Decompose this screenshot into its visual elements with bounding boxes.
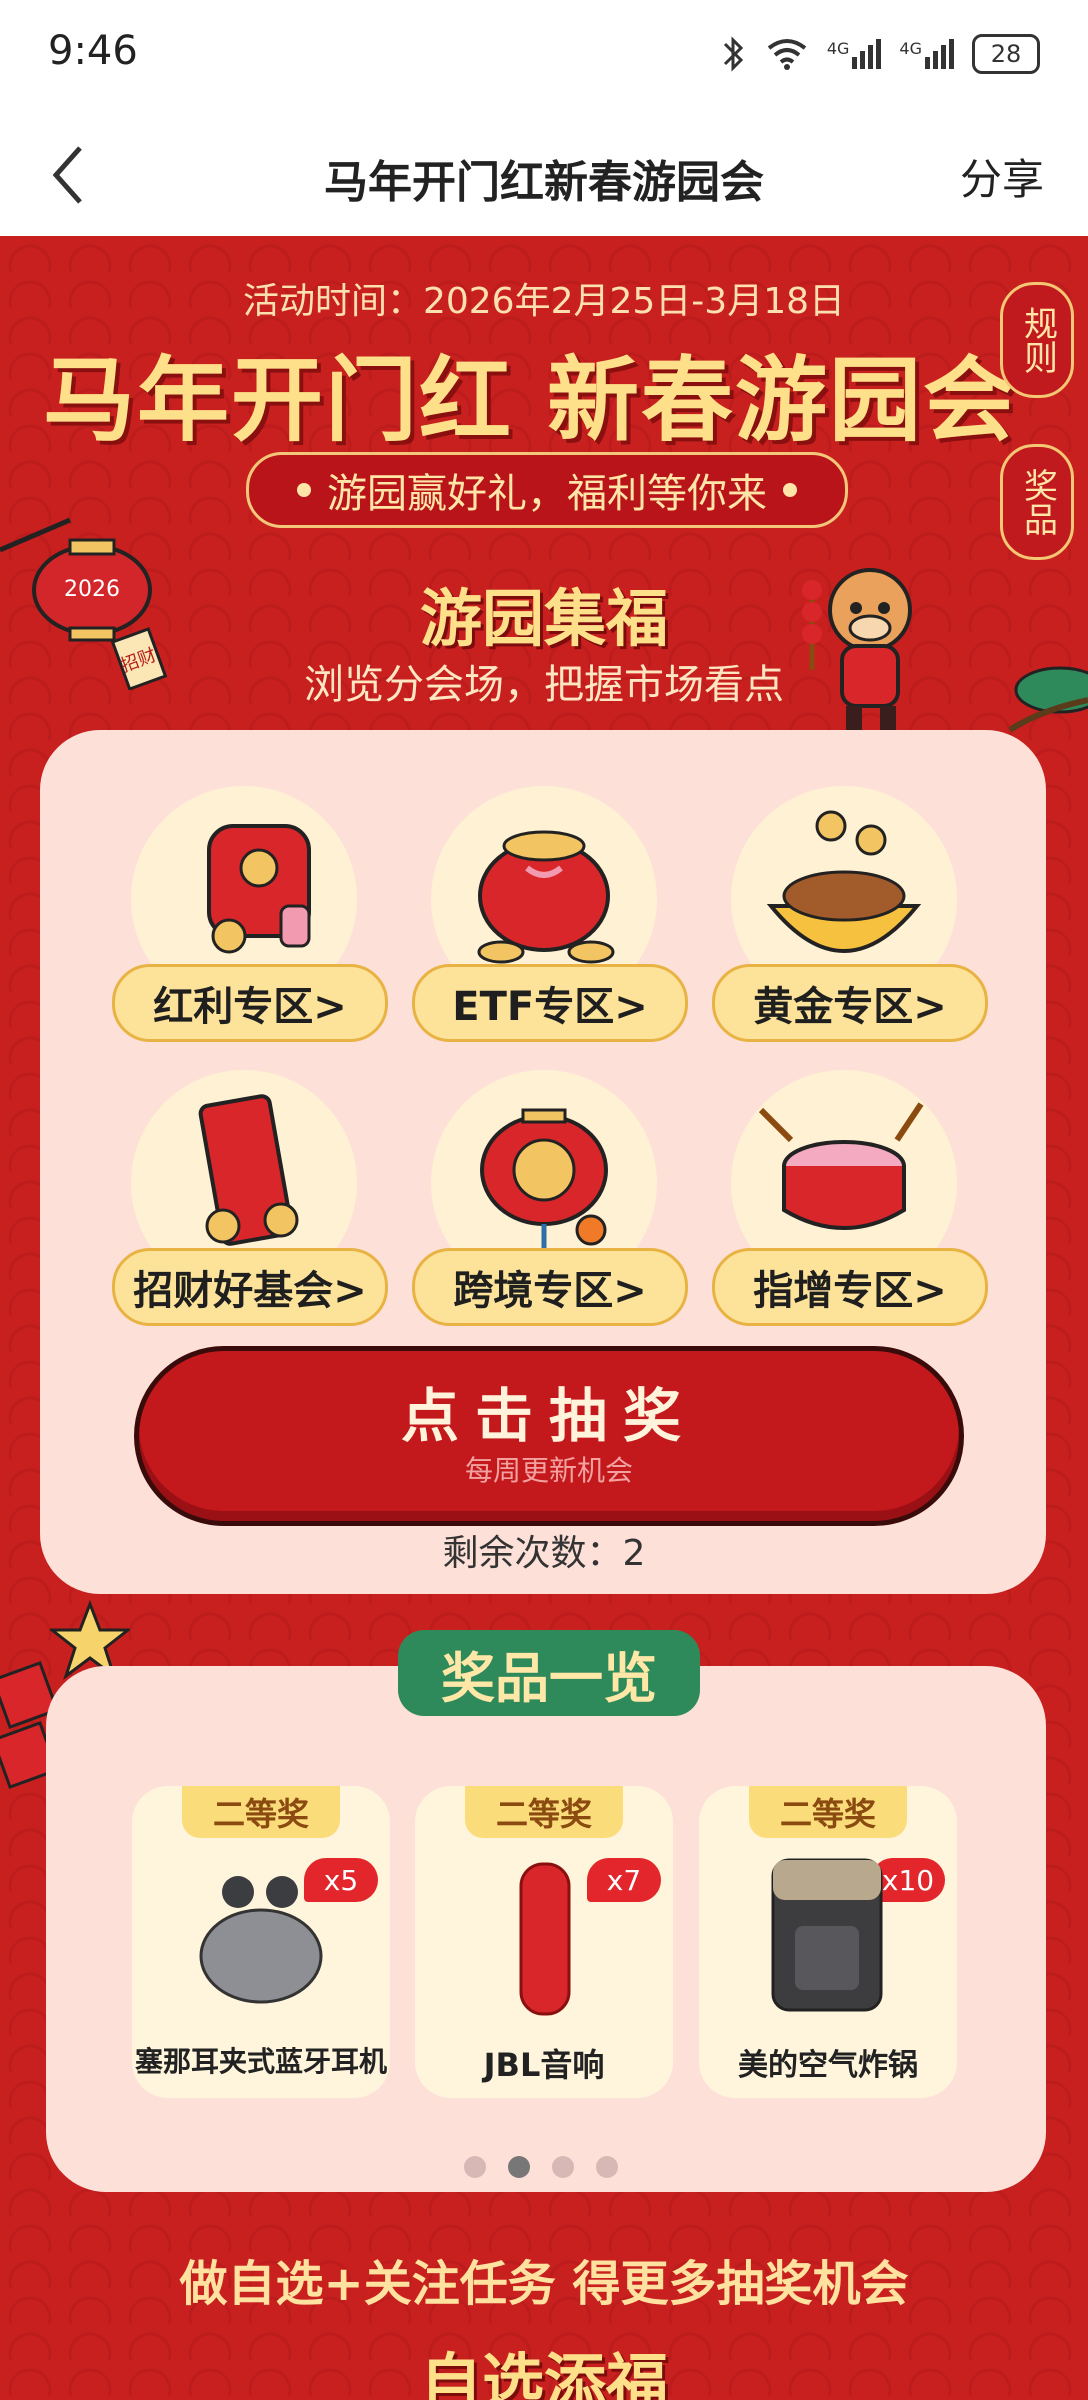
prizes-button[interactable]: 奖品 bbox=[1000, 444, 1074, 560]
zone-label: 红利专区> bbox=[112, 964, 388, 1042]
signal-4g-icon-2: 4G bbox=[899, 39, 954, 69]
status-icons: 4G 4G 28 bbox=[721, 30, 1040, 78]
page-title: 马年开门红新春游园会 bbox=[324, 157, 764, 208]
section-subtitle: 浏览分会场，把握市场看点 bbox=[304, 662, 784, 708]
prizes-label: 奖品 bbox=[1017, 468, 1058, 536]
slogan-dot-left bbox=[297, 483, 311, 497]
pager-dot[interactable] bbox=[464, 2156, 486, 2178]
prize-item[interactable]: 二等奖 x10 美的空气炸锅 bbox=[699, 1786, 957, 2098]
network-type-2: 4G bbox=[899, 39, 922, 58]
slogan-text: 游园赢好礼，福利等你来 bbox=[327, 471, 767, 517]
prize-item[interactable]: 二等奖 x7 JBL音响 bbox=[415, 1786, 673, 2098]
section-title-collect-fortune: 游园集福 bbox=[419, 582, 668, 655]
network-type-1: 4G bbox=[826, 39, 850, 58]
main-title: 马年开门红 新春游园会 bbox=[42, 347, 1018, 454]
prize-tier: 二等奖 bbox=[182, 1786, 340, 1838]
slogan-banner: 游园赢好礼，福利等你来 bbox=[246, 452, 848, 528]
slogan-dot-right bbox=[783, 483, 797, 497]
activity-time: 活动时间：2026年2月25日-3月18日 bbox=[242, 281, 846, 322]
prize-name: 美的空气炸锅 bbox=[738, 2048, 918, 2083]
zone-label: 指增专区> bbox=[712, 1248, 988, 1326]
speaker-icon bbox=[519, 1862, 571, 2016]
zone-tile-fortune-fund[interactable]: 招财好基会> bbox=[112, 1070, 388, 1326]
bluetooth-icon bbox=[723, 36, 743, 72]
zone-tile-cross-border[interactable]: 跨境专区> bbox=[412, 1070, 688, 1326]
signal-4g-icon: 4G bbox=[827, 39, 882, 69]
zone-tile-gold[interactable]: 黄金专区> bbox=[712, 786, 988, 1042]
lottery-label: 点击抽奖 bbox=[400, 1382, 697, 1450]
air-fryer-icon bbox=[771, 1858, 883, 2012]
earphones-icon bbox=[199, 1876, 323, 2004]
battery-level: 28 bbox=[990, 40, 1022, 68]
prize-tier: 二等奖 bbox=[749, 1786, 907, 1838]
zone-tile-enhanced-index[interactable]: 指增专区> bbox=[712, 1070, 988, 1326]
lottery-sublabel: 每周更新机会 bbox=[464, 1454, 633, 1487]
prize-name: 塞那耳夹式蓝牙耳机 bbox=[134, 2045, 387, 2078]
zone-tile-dividend[interactable]: 红利专区> bbox=[112, 786, 388, 1042]
back-arrow-icon[interactable] bbox=[44, 140, 94, 210]
rules-label: 规则 bbox=[1017, 306, 1058, 374]
prizes-title: 奖品一览 bbox=[398, 1630, 700, 1716]
remaining-draws: 剩余次数：2 bbox=[442, 1533, 646, 1574]
zone-tile-etf[interactable]: ETF专区> bbox=[412, 786, 688, 1042]
pager-dot[interactable] bbox=[552, 2156, 574, 2178]
section-title-watchlist: 自选添福 bbox=[419, 2346, 668, 2400]
prize-name: JBL音响 bbox=[483, 2046, 605, 2084]
status-time: 9:46 bbox=[48, 28, 138, 74]
share-button[interactable]: 分享 bbox=[960, 146, 1044, 207]
prize-tier: 二等奖 bbox=[465, 1786, 623, 1838]
pager-dot[interactable] bbox=[596, 2156, 618, 2178]
prize-count: x7 bbox=[587, 1858, 661, 1902]
task-headline: 做自选+关注任务 得更多抽奖机会 bbox=[179, 2256, 909, 2312]
draw-lottery-button[interactable]: 点击抽奖 每周更新机会 bbox=[134, 1346, 964, 1526]
carousel-pager bbox=[464, 2156, 618, 2178]
wifi-icon bbox=[767, 39, 807, 70]
zone-label: 跨境专区> bbox=[412, 1248, 688, 1326]
prize-item[interactable]: 二等奖 x5 塞那耳夹式蓝牙耳机 bbox=[132, 1786, 390, 2098]
rules-button[interactable]: 规则 bbox=[1000, 282, 1074, 398]
zone-label: ETF专区> bbox=[412, 964, 688, 1042]
battery-icon: 28 bbox=[972, 34, 1040, 74]
zone-label: 招财好基会> bbox=[112, 1248, 388, 1326]
zone-label: 黄金专区> bbox=[712, 964, 988, 1042]
pager-dot-active[interactable] bbox=[508, 2156, 530, 2178]
